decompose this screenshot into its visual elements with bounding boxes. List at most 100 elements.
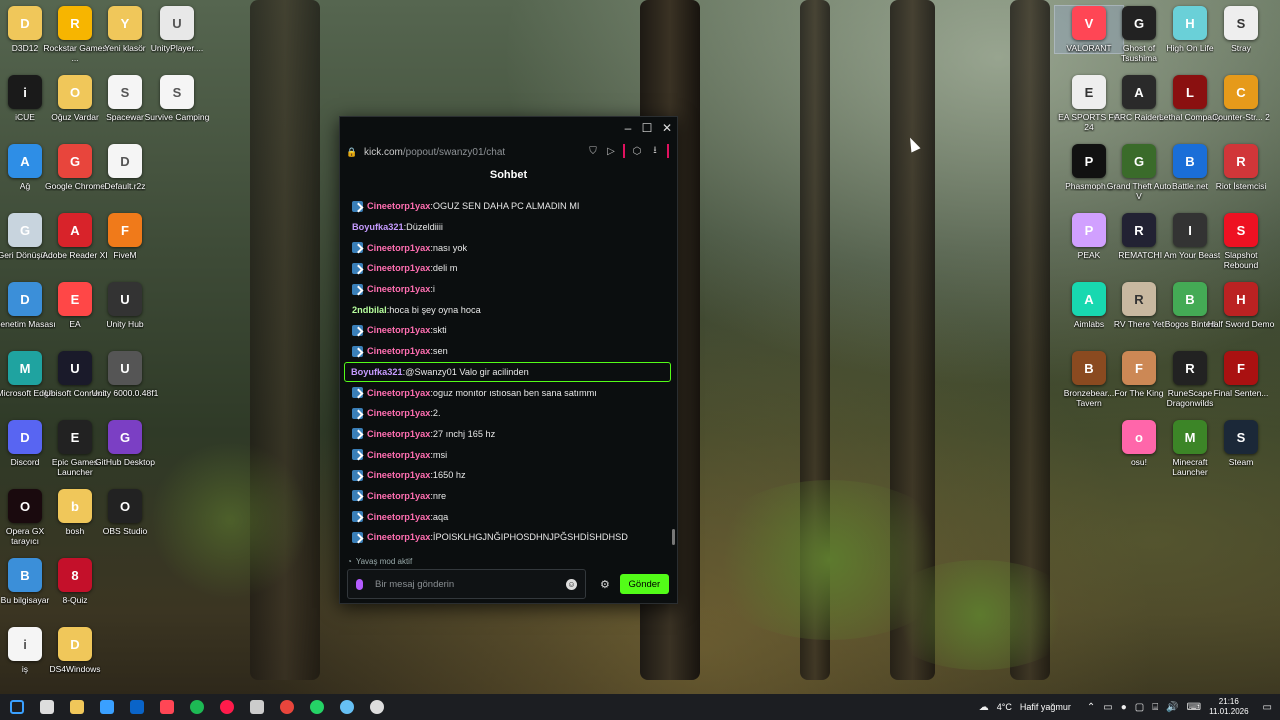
window-titlebar[interactable]: – ☐ ✕ [340, 117, 677, 139]
weather-icon[interactable]: ☁ [979, 702, 989, 713]
microphone-icon[interactable]: ● [1121, 702, 1127, 713]
taskbar-file-explorer-icon[interactable] [62, 694, 92, 720]
chat-scrollbar[interactable] [672, 529, 675, 545]
taskbar-store-icon[interactable] [92, 694, 122, 720]
chat-username[interactable]: Cineetorp1yax [367, 408, 430, 418]
minimize-icon[interactable]: – [619, 119, 637, 137]
chat-message[interactable]: Cineetorp1yax: nre [346, 486, 669, 507]
chat-message[interactable]: Cineetorp1yax: oguz monıtor ıstıosan ben… [346, 382, 669, 403]
subscriber-badge-icon[interactable] [352, 242, 363, 254]
chat-username[interactable]: Cineetorp1yax [367, 388, 430, 398]
chat-message[interactable]: Cineetorp1yax: aqa [346, 506, 669, 527]
subscriber-badge-icon[interactable] [352, 490, 363, 502]
maximize-icon[interactable]: ☐ [638, 119, 656, 137]
desktop-icon-file[interactable]: D Default.r2z [91, 144, 159, 191]
clock[interactable]: 21:16 11.01.2026 [1209, 697, 1248, 717]
url-text[interactable]: kick.com/popout/swanzy01/chat [364, 147, 505, 158]
desktop-icon-folder[interactable]: D DS4Windows [41, 627, 109, 674]
address-bar[interactable]: 🔒 kick.com/popout/swanzy01/chat ⛉ ▷ ⬡ ⭳ [340, 141, 677, 163]
taskbar-chrome-icon[interactable] [272, 694, 302, 720]
play-icon[interactable]: ▷ [605, 144, 617, 158]
network-icon[interactable]: ⌸ [1152, 702, 1158, 713]
desktop-icon-unity[interactable]: U Unity 6000.0.48f1 [91, 351, 159, 398]
chat-input[interactable]: Bir mesaj gönderin ☺ [347, 569, 586, 599]
taskbar-github-icon[interactable] [362, 694, 392, 720]
chat-message[interactable]: Cineetorp1yax: sen [346, 341, 669, 362]
chat-username[interactable]: Cineetorp1yax [367, 512, 430, 522]
chat-message[interactable]: Cineetorp1yax: 27 ınchj 165 hz [346, 424, 669, 445]
taskbar-task-view-icon[interactable] [32, 694, 62, 720]
close-icon[interactable]: ✕ [658, 119, 676, 137]
display-icon[interactable]: ▢ [1135, 702, 1144, 713]
language-icon[interactable]: ⌨ [1187, 702, 1201, 713]
chevron-up-icon[interactable]: ⌃ [1087, 702, 1095, 713]
chat-username[interactable]: Cineetorp1yax [367, 325, 430, 335]
chat-message[interactable]: Cineetorp1yax: skti [346, 320, 669, 341]
desktop-icon-slapshot[interactable]: S Slapshot Rebound [1207, 213, 1275, 270]
send-button[interactable]: Gönder [619, 574, 669, 594]
subscriber-badge-icon[interactable] [352, 283, 363, 295]
extensions-icon[interactable]: ⬡ [631, 144, 643, 158]
chat-message[interactable]: Cineetorp1yax: msi [346, 444, 669, 465]
speaker-icon[interactable]: 🔊 [1166, 702, 1178, 713]
desktop-icon-half-sword[interactable]: H Half Sword Demo [1207, 282, 1275, 329]
chat-username[interactable]: Cineetorp1yax [367, 263, 430, 273]
chat-message[interactable]: Boyufka321: Düzeldiiii [346, 217, 669, 238]
subscriber-badge-icon[interactable] [352, 511, 363, 523]
desktop-icon-stray[interactable]: S Stray [1207, 6, 1275, 53]
chat-message[interactable]: Cineetorp1yax: 1650 hz [346, 465, 669, 486]
desktop-icon-github[interactable]: G GitHub Desktop [91, 420, 159, 467]
battery-icon[interactable]: ▭ [1103, 702, 1112, 713]
gear-icon[interactable]: ⚙ [600, 578, 610, 591]
chat-username[interactable]: Cineetorp1yax [367, 429, 430, 439]
desktop-icon-steam[interactable]: S Steam [1207, 420, 1275, 467]
chat-username[interactable]: 2ndbilal [352, 305, 387, 315]
subscriber-badge-icon[interactable] [352, 531, 363, 543]
taskbar-start-icon[interactable] [2, 694, 32, 720]
subscriber-badge-icon[interactable] [352, 262, 363, 274]
chat-message[interactable]: Cineetorp1yax: İPOISKLHGJNĞIPHOSDHNJPĞSH… [346, 527, 669, 548]
notification-icon[interactable]: ▭ [1263, 702, 1272, 713]
desktop-icon-opera[interactable]: 8 8-Quiz [41, 558, 109, 605]
chat-message[interactable]: Cineetorp1yax: nası yok [346, 237, 669, 258]
shield-icon[interactable]: ⛉ [587, 144, 599, 158]
desktop-icon-file[interactable]: S Survive Camping [143, 75, 211, 122]
taskbar-valorant-icon[interactable] [152, 694, 182, 720]
subscriber-badge-icon[interactable] [352, 324, 363, 336]
chat-username[interactable]: Cineetorp1yax [367, 284, 430, 294]
taskbar-unity-hub-icon[interactable] [242, 694, 272, 720]
emoji-icon[interactable]: ☺ [566, 579, 577, 590]
chat-message[interactable]: Cineetorp1yax: deli m [346, 258, 669, 279]
desktop-icon-obs[interactable]: O OBS Studio [91, 489, 159, 536]
taskbar-whatsapp-icon[interactable] [302, 694, 332, 720]
subscriber-badge-icon[interactable] [352, 387, 363, 399]
chat-username[interactable]: Cineetorp1yax [367, 491, 430, 501]
chat-username[interactable]: Cineetorp1yax [367, 470, 430, 480]
chat-username[interactable]: Cineetorp1yax [367, 243, 430, 253]
chat-message[interactable]: Cineetorp1yax: i [346, 279, 669, 300]
chat-message[interactable]: Cineetorp1yax: 2. [346, 403, 669, 424]
chat-message[interactable]: Cineetorp1yax: OGUZ SEN DAHA PC ALMADIN … [346, 196, 669, 217]
chat-username[interactable]: Boyufka321 [352, 222, 404, 232]
subscriber-badge-icon[interactable] [352, 449, 363, 461]
subscriber-badge-icon[interactable] [352, 345, 363, 357]
weather-temp[interactable]: 4°C [997, 702, 1012, 712]
chat-message-list[interactable]: Cineetorp1yax: OGUZ SEN DAHA PC ALMADIN … [344, 196, 671, 548]
subscriber-badge-icon[interactable] [352, 469, 363, 481]
desktop-icon-file[interactable]: U UnityPlayer.... [143, 6, 211, 53]
chat-username[interactable]: Boyufka321 [351, 367, 403, 377]
desktop-icon-riot[interactable]: R Riot İstemcisi [1207, 144, 1275, 191]
chat-username[interactable]: Cineetorp1yax [367, 201, 430, 211]
microphone-icon[interactable] [356, 578, 363, 590]
chat-message-mention[interactable]: Boyufka321: @Swanzy01 Valo gir acilinden [344, 361, 671, 383]
taskbar-spotify-icon[interactable] [182, 694, 212, 720]
subscriber-badge-icon[interactable] [352, 200, 363, 212]
chat-username[interactable]: Cineetorp1yax [367, 532, 430, 542]
desktop-icon-final-sentence[interactable]: F Final Senten... [1207, 351, 1275, 398]
desktop-icon-fivem[interactable]: F FiveM [91, 213, 159, 260]
download-icon[interactable]: ⭳ [649, 144, 661, 158]
chat-username[interactable]: Cineetorp1yax [367, 346, 430, 356]
chat-username[interactable]: Cineetorp1yax [367, 450, 430, 460]
desktop-icon-unity[interactable]: U Unity Hub [91, 282, 159, 329]
taskbar-opera-gx-icon[interactable] [212, 694, 242, 720]
